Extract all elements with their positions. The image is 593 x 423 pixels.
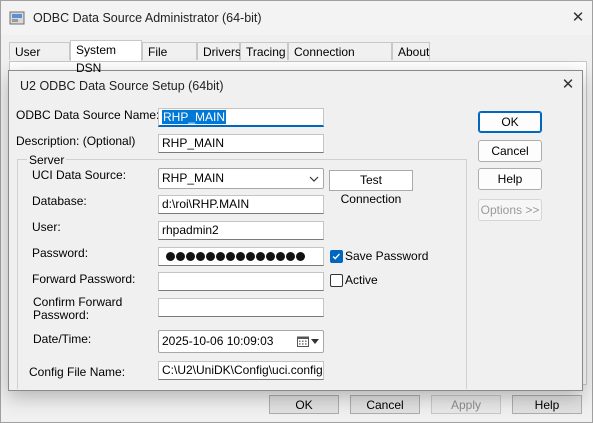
config-file-input[interactable]: C:\U2\UniDK\Config\uci.config (158, 361, 324, 380)
outer-help-button[interactable]: Help (512, 395, 582, 414)
password-dot (286, 252, 295, 261)
password-label: Password: (32, 246, 89, 260)
confirm-forward-password-input[interactable] (158, 298, 324, 317)
title-bar: ODBC Data Source Administrator (64-bit) … (1, 1, 592, 35)
dialog-ok-button[interactable]: OK (478, 111, 542, 133)
password-dot (276, 252, 285, 261)
datetime-picker[interactable]: 2025-10-06 10:09:03 (158, 330, 324, 353)
description-input[interactable]: RHP_MAIN (158, 134, 324, 153)
forward-password-input[interactable] (158, 272, 324, 291)
password-dot (256, 252, 265, 261)
uci-source-label: UCI Data Source: (32, 168, 127, 182)
active-label: Active (345, 273, 378, 287)
calendar-icon (297, 336, 309, 347)
dsn-name-value: RHP_MAIN (162, 110, 227, 124)
password-input[interactable] (158, 247, 324, 266)
tab-system-dsn[interactable]: System DSN (70, 40, 142, 75)
tab-tracing[interactable]: Tracing (240, 42, 288, 60)
save-password-label: Save Password (345, 249, 429, 263)
chevron-down-icon (309, 176, 319, 182)
dialog-help-button[interactable]: Help (478, 168, 542, 190)
checkmark-icon (332, 253, 340, 260)
password-dot (296, 252, 305, 261)
dropdown-arrow-icon (311, 339, 319, 344)
test-connection-button[interactable]: Test Connection (329, 170, 413, 206)
config-file-label: Config File Name: (29, 365, 126, 379)
database-label: Database: (32, 194, 87, 208)
tab-file-dsn[interactable]: File DSN (142, 42, 197, 77)
window-title: ODBC Data Source Administrator (64-bit) (33, 11, 262, 25)
password-dot (236, 252, 245, 261)
outer-apply-button[interactable]: Apply (431, 395, 501, 414)
dsn-name-label: ODBC Data Source Name: (16, 108, 160, 122)
password-dot (226, 252, 235, 261)
tab-about[interactable]: About (392, 42, 430, 60)
outer-cancel-button[interactable]: Cancel (350, 395, 420, 414)
description-label: Description: (Optional) (16, 134, 136, 148)
password-dot (216, 252, 225, 261)
password-dot (196, 252, 205, 261)
server-group-label: Server (27, 153, 67, 167)
tab-user-dsn[interactable]: User DSN (9, 42, 70, 77)
options-button[interactable]: Options >> (478, 199, 542, 221)
tab-strip: User DSN System DSN File DSN Drivers Tra… (9, 40, 579, 77)
datetime-label: Date/Time: (33, 332, 92, 346)
confirm-forward-password-label: Confirm Forward Password: (33, 295, 123, 322)
uci-source-value: RHP_MAIN (162, 171, 225, 185)
forward-password-label: Forward Password: (32, 272, 136, 286)
dialog-title: U2 ODBC Data Source Setup (64bit) (20, 79, 224, 93)
password-dot (266, 252, 275, 261)
password-dot (206, 252, 215, 261)
dsn-name-input[interactable]: RHP_MAIN (158, 108, 324, 127)
password-dot (166, 252, 175, 261)
password-dot (246, 252, 255, 261)
database-input[interactable]: d:\roi\RHP.MAIN (158, 195, 324, 214)
close-icon[interactable]: ✕ (564, 5, 592, 31)
datetime-value: 2025-10-06 10:09:03 (162, 334, 274, 348)
tab-connection-pooling[interactable]: Connection Pooling (288, 42, 392, 77)
odbc-app-icon (9, 11, 25, 25)
uci-source-select[interactable]: RHP_MAIN (158, 168, 324, 189)
password-dot (186, 252, 195, 261)
password-mask (166, 252, 306, 262)
user-input[interactable]: rhpadmin2 (158, 221, 324, 240)
active-checkbox[interactable] (330, 274, 343, 287)
dialog-cancel-button[interactable]: Cancel (478, 140, 542, 162)
save-password-checkbox[interactable] (330, 250, 343, 263)
user-label: User: (32, 220, 61, 234)
password-dot (176, 252, 185, 261)
dialog-close-icon[interactable]: ✕ (556, 74, 580, 96)
outer-ok-button[interactable]: OK (269, 395, 339, 414)
tab-drivers[interactable]: Drivers (197, 42, 241, 60)
u2-setup-dialog: U2 ODBC Data Source Setup (64bit) ✕ ODBC… (8, 70, 583, 391)
